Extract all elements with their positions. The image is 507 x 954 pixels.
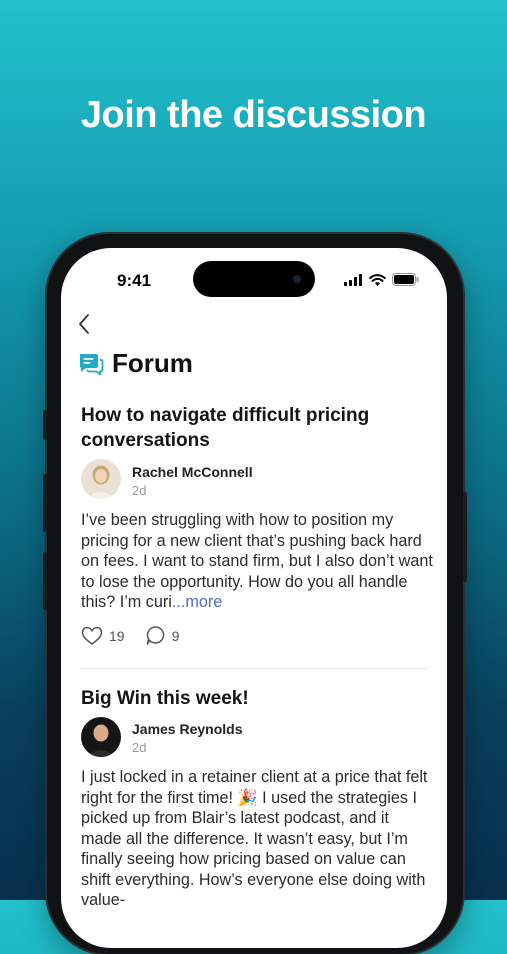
post-age: 2d xyxy=(132,740,147,755)
post-title[interactable]: Big Win this week! xyxy=(81,686,431,711)
post-divider xyxy=(81,668,427,669)
power-button xyxy=(463,492,467,582)
status-icons xyxy=(344,273,419,286)
avatar[interactable] xyxy=(81,717,121,757)
wifi-icon xyxy=(369,273,386,286)
avatar[interactable] xyxy=(81,459,121,499)
post-body[interactable]: I’ve been struggling with how to positio… xyxy=(81,510,433,613)
heart-icon xyxy=(81,626,103,645)
signal-icon xyxy=(344,273,362,286)
back-chevron-icon[interactable] xyxy=(75,312,95,336)
volume-up-button xyxy=(43,474,47,532)
post-author[interactable]: Rachel McConnell xyxy=(132,464,253,480)
comment-button[interactable]: 9 xyxy=(145,625,180,646)
post-age: 2d xyxy=(132,483,147,498)
app-screen: 9:41 Forum How to navigate difficult pri… xyxy=(61,248,447,948)
camera-icon xyxy=(293,275,301,283)
comment-count: 9 xyxy=(171,627,180,644)
headline: Join the discussion xyxy=(80,94,427,136)
post-body-text: I’ve been struggling with how to positio… xyxy=(81,511,433,611)
comment-icon xyxy=(146,626,164,645)
like-count: 19 xyxy=(109,627,125,644)
battery-icon xyxy=(392,273,419,286)
forum-header: Forum xyxy=(78,348,193,379)
status-time: 9:41 xyxy=(117,271,152,290)
forum-title: Forum xyxy=(112,348,193,378)
read-more-link[interactable]: ...more xyxy=(172,593,222,611)
like-button[interactable]: 19 xyxy=(81,626,125,646)
post-body[interactable]: I just locked in a retainer client at a … xyxy=(81,767,433,911)
phone-frame: 9:41 Forum How to navigate difficult pri… xyxy=(43,234,467,954)
post-author[interactable]: James Reynolds xyxy=(132,721,243,737)
post-title[interactable]: How to navigate difficult pricing conver… xyxy=(81,403,431,453)
mute-switch xyxy=(43,410,47,440)
dynamic-island xyxy=(193,261,315,297)
post-stats: 19 9 xyxy=(81,625,199,646)
volume-down-button xyxy=(43,552,47,610)
forum-chat-icon xyxy=(80,353,104,375)
